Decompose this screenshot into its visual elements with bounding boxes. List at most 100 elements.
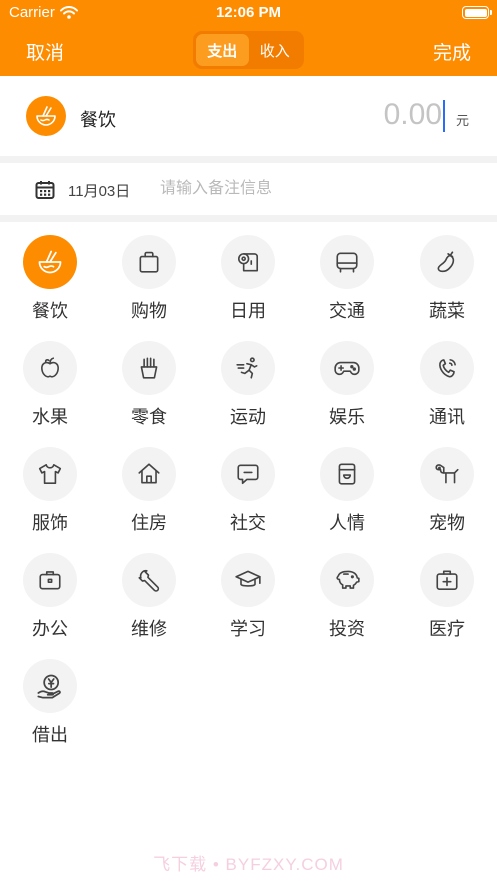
category-label: 日用 <box>230 301 266 321</box>
medical-kit-icon <box>436 570 458 591</box>
cancel-button[interactable]: 取消 <box>26 38 64 65</box>
battery-icon <box>462 6 492 19</box>
amount-input[interactable]: 0.00 <box>384 98 442 132</box>
category-social[interactable]: 社交 <box>208 447 288 547</box>
category-label: 交通 <box>329 301 365 321</box>
divider <box>0 215 497 222</box>
calendar-icon[interactable] <box>35 180 55 200</box>
category-label: 借出 <box>32 725 68 745</box>
category-label: 医疗 <box>429 619 465 639</box>
category-label: 运动 <box>230 407 266 427</box>
watermark: 飞下载 • BYFZXY.COM <box>153 855 344 874</box>
category-label: 投资 <box>329 619 365 639</box>
category-housing[interactable]: 住房 <box>109 447 189 547</box>
category-icon-circle <box>420 447 474 501</box>
category-study[interactable]: 学习 <box>208 553 288 653</box>
category-label: 娱乐 <box>329 407 365 427</box>
category-label: 维修 <box>131 619 167 639</box>
category-icon-circle <box>23 235 77 289</box>
done-button[interactable]: 完成 <box>433 38 471 65</box>
category-icon-circle <box>420 341 474 395</box>
tshirt-icon <box>38 463 62 485</box>
category-label: 购物 <box>131 301 167 321</box>
briefcase-icon <box>39 571 61 590</box>
category-medical[interactable]: 医疗 <box>407 553 487 653</box>
runner-icon <box>236 357 258 379</box>
category-vegetables[interactable]: 蔬菜 <box>407 235 487 335</box>
tab-income[interactable]: 收入 <box>249 34 302 66</box>
graduation-cap-icon <box>235 570 261 587</box>
category-label: 人情 <box>329 513 365 533</box>
phone-icon <box>439 359 456 378</box>
category-investment[interactable]: 投资 <box>307 553 387 653</box>
divider <box>0 156 497 163</box>
category-office[interactable]: 办公 <box>10 553 90 653</box>
note-input[interactable] <box>160 174 470 204</box>
category-gifts[interactable]: 人情 <box>307 447 387 547</box>
category-label: 办公 <box>32 619 68 639</box>
category-sports[interactable]: 运动 <box>208 341 288 441</box>
category-icon-circle <box>420 553 474 607</box>
category-icon-circle <box>23 553 77 607</box>
category-snacks[interactable]: 零食 <box>109 341 189 441</box>
category-repair[interactable]: 维修 <box>109 553 189 653</box>
category-icon-circle <box>23 659 77 713</box>
category-communication[interactable]: 通讯 <box>407 341 487 441</box>
category-label: 宠物 <box>429 513 465 533</box>
category-icon-circle <box>420 235 474 289</box>
piggy-bank-icon <box>336 570 360 589</box>
category-label: 社交 <box>230 513 266 533</box>
category-label: 通讯 <box>429 407 465 427</box>
status-bar: Carrier 12:06 PM <box>0 0 497 26</box>
category-label: 水果 <box>32 407 68 427</box>
category-lend[interactable]: 借出 <box>10 659 90 759</box>
note-row: 11月03日 <box>0 163 497 215</box>
category-icon-circle <box>122 341 176 395</box>
category-label: 服饰 <box>32 513 68 533</box>
eggplant-icon <box>437 251 455 273</box>
category-icon-circle <box>23 447 77 501</box>
currency-unit: 元 <box>455 113 469 128</box>
category-label: 餐饮 <box>32 301 68 321</box>
category-clothing[interactable]: 服饰 <box>10 447 90 547</box>
toilet-paper-icon <box>237 253 259 272</box>
amount-row: 餐饮 0.00 元 <box>0 76 497 156</box>
selected-category-icon <box>26 96 66 136</box>
clock: 12:06 PM <box>215 4 282 21</box>
gift-box-icon <box>338 463 356 485</box>
category-icon-circle <box>221 553 275 607</box>
category-daily-use[interactable]: 日用 <box>208 235 288 335</box>
category-icon-circle <box>122 553 176 607</box>
tab-expense[interactable]: 支出 <box>196 34 249 66</box>
category-icon-circle <box>122 447 176 501</box>
category-icon-circle <box>320 447 374 501</box>
category-icon-circle <box>221 235 275 289</box>
category-label: 零食 <box>131 407 167 427</box>
chat-bubble-icon <box>237 464 259 485</box>
category-icon-circle <box>221 447 275 501</box>
apple-icon <box>41 357 59 378</box>
category-label: 学习 <box>230 619 266 639</box>
category-shopping[interactable]: 购物 <box>109 235 189 335</box>
category-icon-circle <box>122 235 176 289</box>
category-label: 住房 <box>131 513 167 533</box>
category-entertainment[interactable]: 娱乐 <box>307 341 387 441</box>
selected-category-label: 餐饮 <box>80 110 116 130</box>
category-pets[interactable]: 宠物 <box>407 447 487 547</box>
fries-icon <box>140 357 158 379</box>
category-icon-circle <box>221 341 275 395</box>
text-cursor <box>443 100 445 132</box>
category-fruit[interactable]: 水果 <box>10 341 90 441</box>
category-icon-circle <box>320 235 374 289</box>
category-dining[interactable]: 餐饮 <box>10 235 90 335</box>
house-icon <box>138 463 160 484</box>
bus-icon <box>336 252 358 273</box>
category-icon-circle <box>320 553 374 607</box>
yen-hand-icon <box>37 674 61 699</box>
gamepad-icon <box>334 361 360 376</box>
date-picker[interactable]: 11月03日 <box>68 180 130 201</box>
noodle-bowl-icon <box>38 250 62 274</box>
noodle-bowl-icon <box>36 106 56 126</box>
category-transport[interactable]: 交通 <box>307 235 387 335</box>
shopping-bag-icon <box>139 251 159 273</box>
